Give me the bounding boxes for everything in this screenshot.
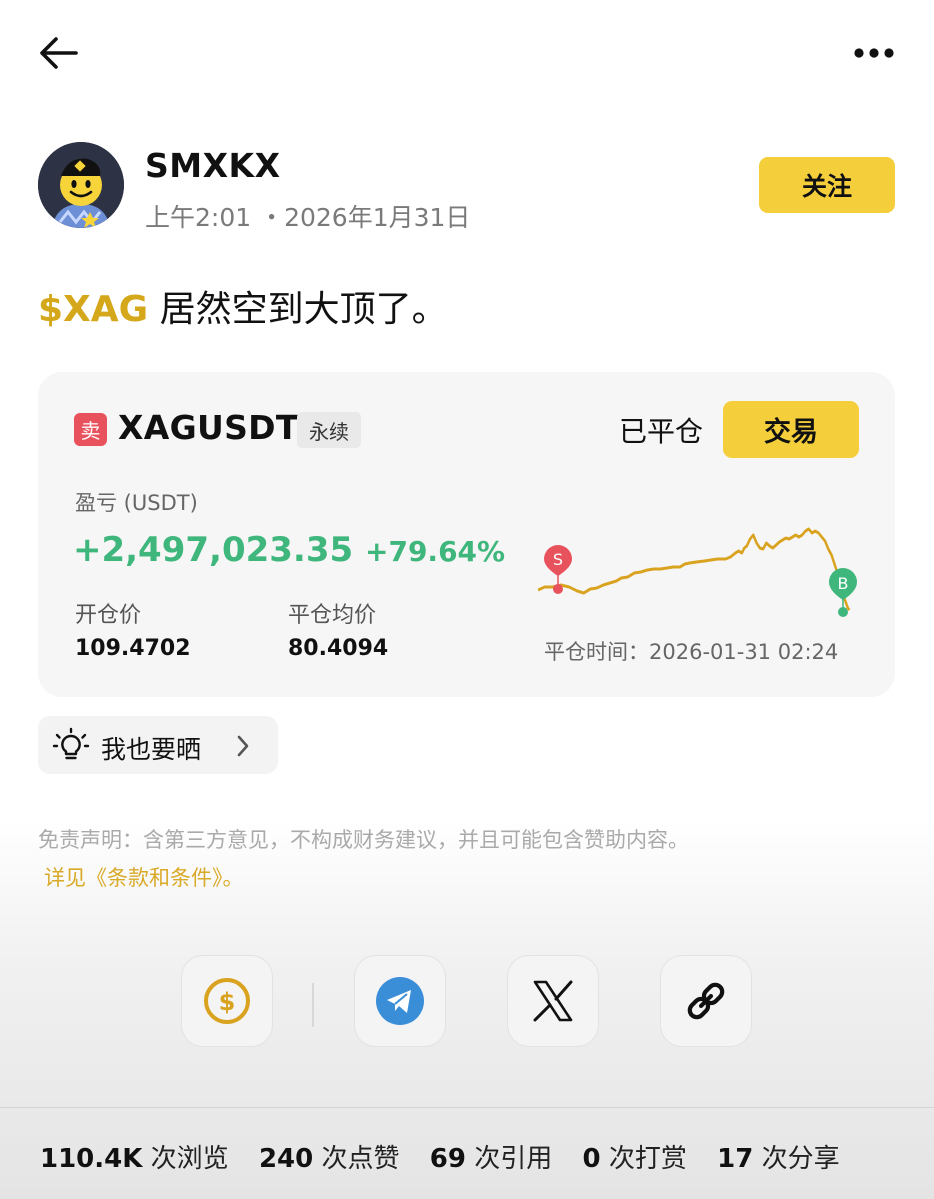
- likes-stat: 240 次点赞: [258, 1144, 400, 1174]
- smiley-avatar-icon: [38, 142, 124, 228]
- price-sparkline-chart: S B: [537, 527, 857, 617]
- close-time-value: 2026-01-31 02:24: [649, 640, 839, 664]
- close-time: 平仓时间：2026-01-31 02:24: [544, 636, 838, 666]
- x-share-button[interactable]: [507, 955, 599, 1047]
- trade-button[interactable]: 交易: [723, 401, 859, 458]
- open-price-label: 开仓价: [75, 603, 142, 628]
- disclaimer-text: 免责声明：含第三方意见，不构成财务建议，并且可能包含赞助内容。: [38, 828, 689, 852]
- back-button[interactable]: [34, 30, 84, 76]
- position-status: 已平仓: [619, 415, 704, 448]
- telegram-icon: [376, 977, 424, 1025]
- pnl-value: +2,497,023.35: [73, 530, 354, 570]
- post-body: 居然空到大顶了。: [148, 289, 448, 330]
- copy-link-button[interactable]: [660, 955, 752, 1047]
- arrow-left-icon: [40, 37, 78, 69]
- avatar[interactable]: [38, 142, 124, 228]
- pnl-label: 盈亏 (USDT): [75, 491, 198, 515]
- telegram-share-button[interactable]: [354, 955, 446, 1047]
- svg-text:$: $: [219, 988, 236, 1016]
- more-options-button[interactable]: [848, 38, 900, 68]
- views-stat: 110.4K 次浏览: [40, 1144, 229, 1174]
- sell-side-badge: 卖: [74, 413, 107, 446]
- tip-button[interactable]: $: [181, 955, 273, 1047]
- author-name[interactable]: SMXKX: [145, 146, 281, 185]
- sell-point-dot: [553, 584, 563, 594]
- quotes-stat: 69 次引用: [429, 1144, 553, 1174]
- action-divider: [312, 983, 314, 1027]
- follow-button[interactable]: 关注: [759, 157, 895, 213]
- price-line: [537, 527, 851, 612]
- dollar-coin-icon: $: [204, 978, 250, 1024]
- sell-marker-label: S: [553, 550, 563, 569]
- terms-link[interactable]: 详见《条款和条件》。: [44, 862, 244, 892]
- buy-marker-label: B: [838, 574, 849, 593]
- post-text: $XAG 居然空到大顶了。: [38, 280, 448, 332]
- stats-divider: [0, 1107, 934, 1108]
- close-price-value: 80.4094: [288, 636, 389, 661]
- buy-point-dot: [838, 607, 848, 617]
- ticker-link[interactable]: $XAG: [38, 289, 148, 330]
- tips-stat: 0 次打赏: [582, 1144, 687, 1174]
- close-price-label: 平仓均价: [288, 603, 377, 628]
- pnl-percent: +79.64%: [365, 535, 506, 568]
- open-price-value: 109.4702: [75, 636, 191, 661]
- contract-type-tag: 永续: [297, 412, 361, 448]
- stats-bar: 110.4K 次浏览 240 次点赞 69 次引用 0 次打赏 17 次分享: [40, 1138, 862, 1175]
- lightbulb-icon: [52, 727, 90, 760]
- x-logo-icon: [533, 980, 573, 1022]
- close-time-label: 平仓时间：: [544, 640, 649, 664]
- chevron-right-icon: [237, 735, 249, 757]
- trade-symbol: XAGUSDT: [118, 408, 299, 447]
- share-mine-label: 我也要晒: [101, 735, 202, 764]
- shares-stat: 17 次分享: [717, 1144, 840, 1174]
- more-dots-icon: [854, 48, 894, 58]
- pnl-value-row: +2,497,023.35 +79.64%: [73, 530, 505, 570]
- post-timestamp: 上午2:01 ・2026年1月31日: [145, 203, 471, 232]
- link-icon: [687, 982, 725, 1020]
